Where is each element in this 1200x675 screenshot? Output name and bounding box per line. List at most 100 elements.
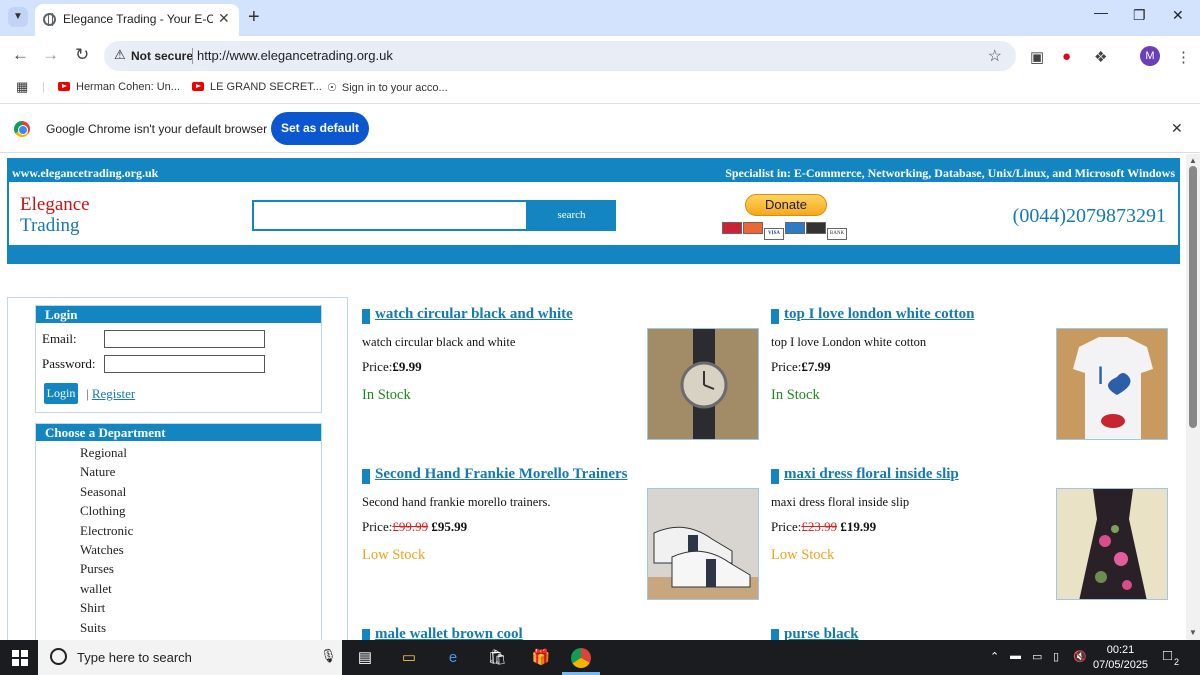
email-label: Email: xyxy=(42,331,77,346)
apps-grid-icon[interactable]: ▦ xyxy=(16,79,28,95)
product-card: purse black xyxy=(771,626,1175,640)
tab-search-button[interactable]: ▼ xyxy=(8,7,28,27)
department-item[interactable]: Seasonal xyxy=(80,484,133,503)
site-search-input[interactable] xyxy=(252,200,528,231)
payment-cards: VISA BANK xyxy=(722,222,848,240)
url-text[interactable]: http://www.elegancetrading.org.uk xyxy=(197,48,393,63)
scrollbar-thumb[interactable] xyxy=(1189,166,1197,428)
product-card: Second Hand Frankie Morello Trainers Sec… xyxy=(362,466,766,616)
set-default-button[interactable]: Set as default xyxy=(271,112,369,145)
department-item[interactable]: Nature xyxy=(80,464,133,483)
amex-card-icon xyxy=(785,222,805,234)
phone-number[interactable]: (0044)2079873291 xyxy=(1013,205,1166,228)
notification-icon[interactable]: □ xyxy=(1163,647,1172,664)
gift-icon[interactable]: 🎁 xyxy=(530,647,552,669)
donate-button[interactable]: Donate xyxy=(745,194,827,216)
bookmark-item[interactable]: Herman Cohen: Un... xyxy=(58,81,180,93)
department-item[interactable]: wallet xyxy=(80,581,133,600)
task-view-icon[interactable]: ▤ xyxy=(354,647,376,669)
discover-card-icon xyxy=(806,222,826,234)
windows-taskbar: Type here to search 🎙 ▤ ▭ e 🛍 🎁 ⌃ ▬ ▭ ▯ … xyxy=(0,640,1200,675)
product-title-link[interactable]: maxi dress floral inside slip xyxy=(784,466,959,483)
close-window-button[interactable]: ✕ xyxy=(1172,7,1184,24)
dress-image xyxy=(1057,489,1167,599)
department-item[interactable]: Purses xyxy=(80,561,133,580)
globe-icon: ☉ xyxy=(327,82,337,94)
product-title-link[interactable]: watch circular black and white xyxy=(375,306,573,323)
email-field[interactable] xyxy=(104,330,265,348)
product-image-trainers[interactable] xyxy=(647,488,759,600)
price-label: Price: xyxy=(771,519,802,534)
chrome-taskbar-icon[interactable] xyxy=(570,647,592,669)
network-icon[interactable]: ▯ xyxy=(1053,650,1059,663)
profile-avatar[interactable]: M xyxy=(1140,46,1160,66)
back-icon[interactable]: ← xyxy=(12,45,29,65)
product-card: male wallet brown cool xyxy=(362,626,766,640)
password-field[interactable] xyxy=(104,355,265,373)
microphone-icon[interactable]: 🎙 xyxy=(320,648,337,664)
taskbar-clock[interactable]: 00:21 07/05/2025 xyxy=(1093,643,1148,673)
usb-icon[interactable]: ▬ xyxy=(1010,650,1021,662)
volume-muted-icon[interactable]: 🔇 xyxy=(1073,650,1087,663)
scroll-down-icon[interactable]: ▼ xyxy=(1189,628,1197,637)
bookmark-item[interactable]: LE GRAND SECRET... xyxy=(192,81,322,93)
register-link[interactable]: Register xyxy=(92,386,135,401)
reload-icon[interactable]: ↻ xyxy=(75,45,89,65)
clock-time: 00:21 xyxy=(1106,644,1135,656)
windows-start-icon[interactable] xyxy=(12,650,28,666)
bookmark-star-icon[interactable]: ☆ xyxy=(988,46,1002,66)
warning-icon[interactable]: ⚠ xyxy=(114,47,126,63)
notification-count: 2 xyxy=(1174,657,1180,667)
department-item[interactable]: Shirt xyxy=(80,600,133,619)
product-title-link[interactable]: purse black xyxy=(784,626,859,640)
site-search-button[interactable]: search xyxy=(527,200,616,231)
logo-text-elegance[interactable]: Elegance xyxy=(20,194,90,216)
product-image-top[interactable]: I xyxy=(1056,328,1168,440)
security-label[interactable]: Not secure xyxy=(131,49,193,63)
separator: | xyxy=(86,386,89,401)
scroll-up-icon[interactable]: ▲ xyxy=(1189,156,1197,165)
battery-icon[interactable]: ▭ xyxy=(1032,650,1042,663)
page-scrollbar[interactable]: ▲ ▼ xyxy=(1186,154,1200,640)
stock-status: Low Stock xyxy=(362,547,426,563)
product-title-link[interactable]: male wallet brown cool xyxy=(375,626,523,640)
edge-icon[interactable]: e xyxy=(442,647,464,669)
tray-chevron-icon[interactable]: ⌃ xyxy=(990,650,999,663)
restore-button[interactable]: ❐ xyxy=(1133,7,1146,24)
logo-text-trading[interactable]: Trading xyxy=(20,215,79,237)
extensions-puzzle-icon[interactable]: ❖ xyxy=(1094,48,1107,66)
product-image-watch[interactable] xyxy=(647,328,759,440)
forward-icon[interactable]: → xyxy=(42,45,59,65)
stock-status: In Stock xyxy=(771,387,820,403)
tab-close-icon[interactable]: ✕ xyxy=(218,10,230,27)
old-price: £99.99 xyxy=(392,519,429,534)
menu-kebab-icon[interactable]: ⋮ xyxy=(1176,48,1191,66)
taskbar-search-box[interactable]: Type here to search 🎙 xyxy=(38,640,342,675)
price-label: Price: xyxy=(362,519,393,534)
browser-tab[interactable]: Elegance Trading - Your E-Com ✕ xyxy=(35,4,239,36)
new-tab-button[interactable]: + xyxy=(248,6,260,29)
infobar-close-icon[interactable]: ✕ xyxy=(1171,120,1183,137)
pinterest-icon[interactable]: ● xyxy=(1062,48,1071,65)
extension-icon[interactable]: ▣ xyxy=(1030,48,1044,66)
web-page: www.elegancetrading.org.uk Specialist in… xyxy=(0,154,1186,640)
file-explorer-icon[interactable]: ▭ xyxy=(398,647,420,669)
department-item[interactable]: Electronic xyxy=(80,523,133,542)
product-title-link[interactable]: Second Hand Frankie Morello Trainers xyxy=(375,466,628,483)
department-item[interactable]: Clothing xyxy=(80,503,133,522)
department-item[interactable]: Watches xyxy=(80,542,133,561)
minimize-button[interactable]: — xyxy=(1094,4,1108,20)
product-image-dress[interactable] xyxy=(1056,488,1168,600)
department-item[interactable]: Regional xyxy=(80,445,133,464)
bookmark-item[interactable]: ☉ Sign in to your acco... xyxy=(327,81,448,94)
store-icon[interactable]: 🛍 xyxy=(486,647,508,669)
product-description: maxi dress floral inside slip xyxy=(771,495,910,509)
department-item[interactable]: Suits xyxy=(80,620,133,639)
address-bar[interactable]: ⚠ Not secure http://www.elegancetrading.… xyxy=(104,41,1016,71)
bank-icon: BANK xyxy=(827,228,847,240)
login-button[interactable]: Login xyxy=(44,383,78,404)
title-marker xyxy=(362,309,370,324)
product-price: Price:£9.99 xyxy=(362,359,422,375)
tab-title: Elegance Trading - Your E-Com xyxy=(63,12,213,26)
product-title-link[interactable]: top I love london white cotton xyxy=(784,306,974,323)
